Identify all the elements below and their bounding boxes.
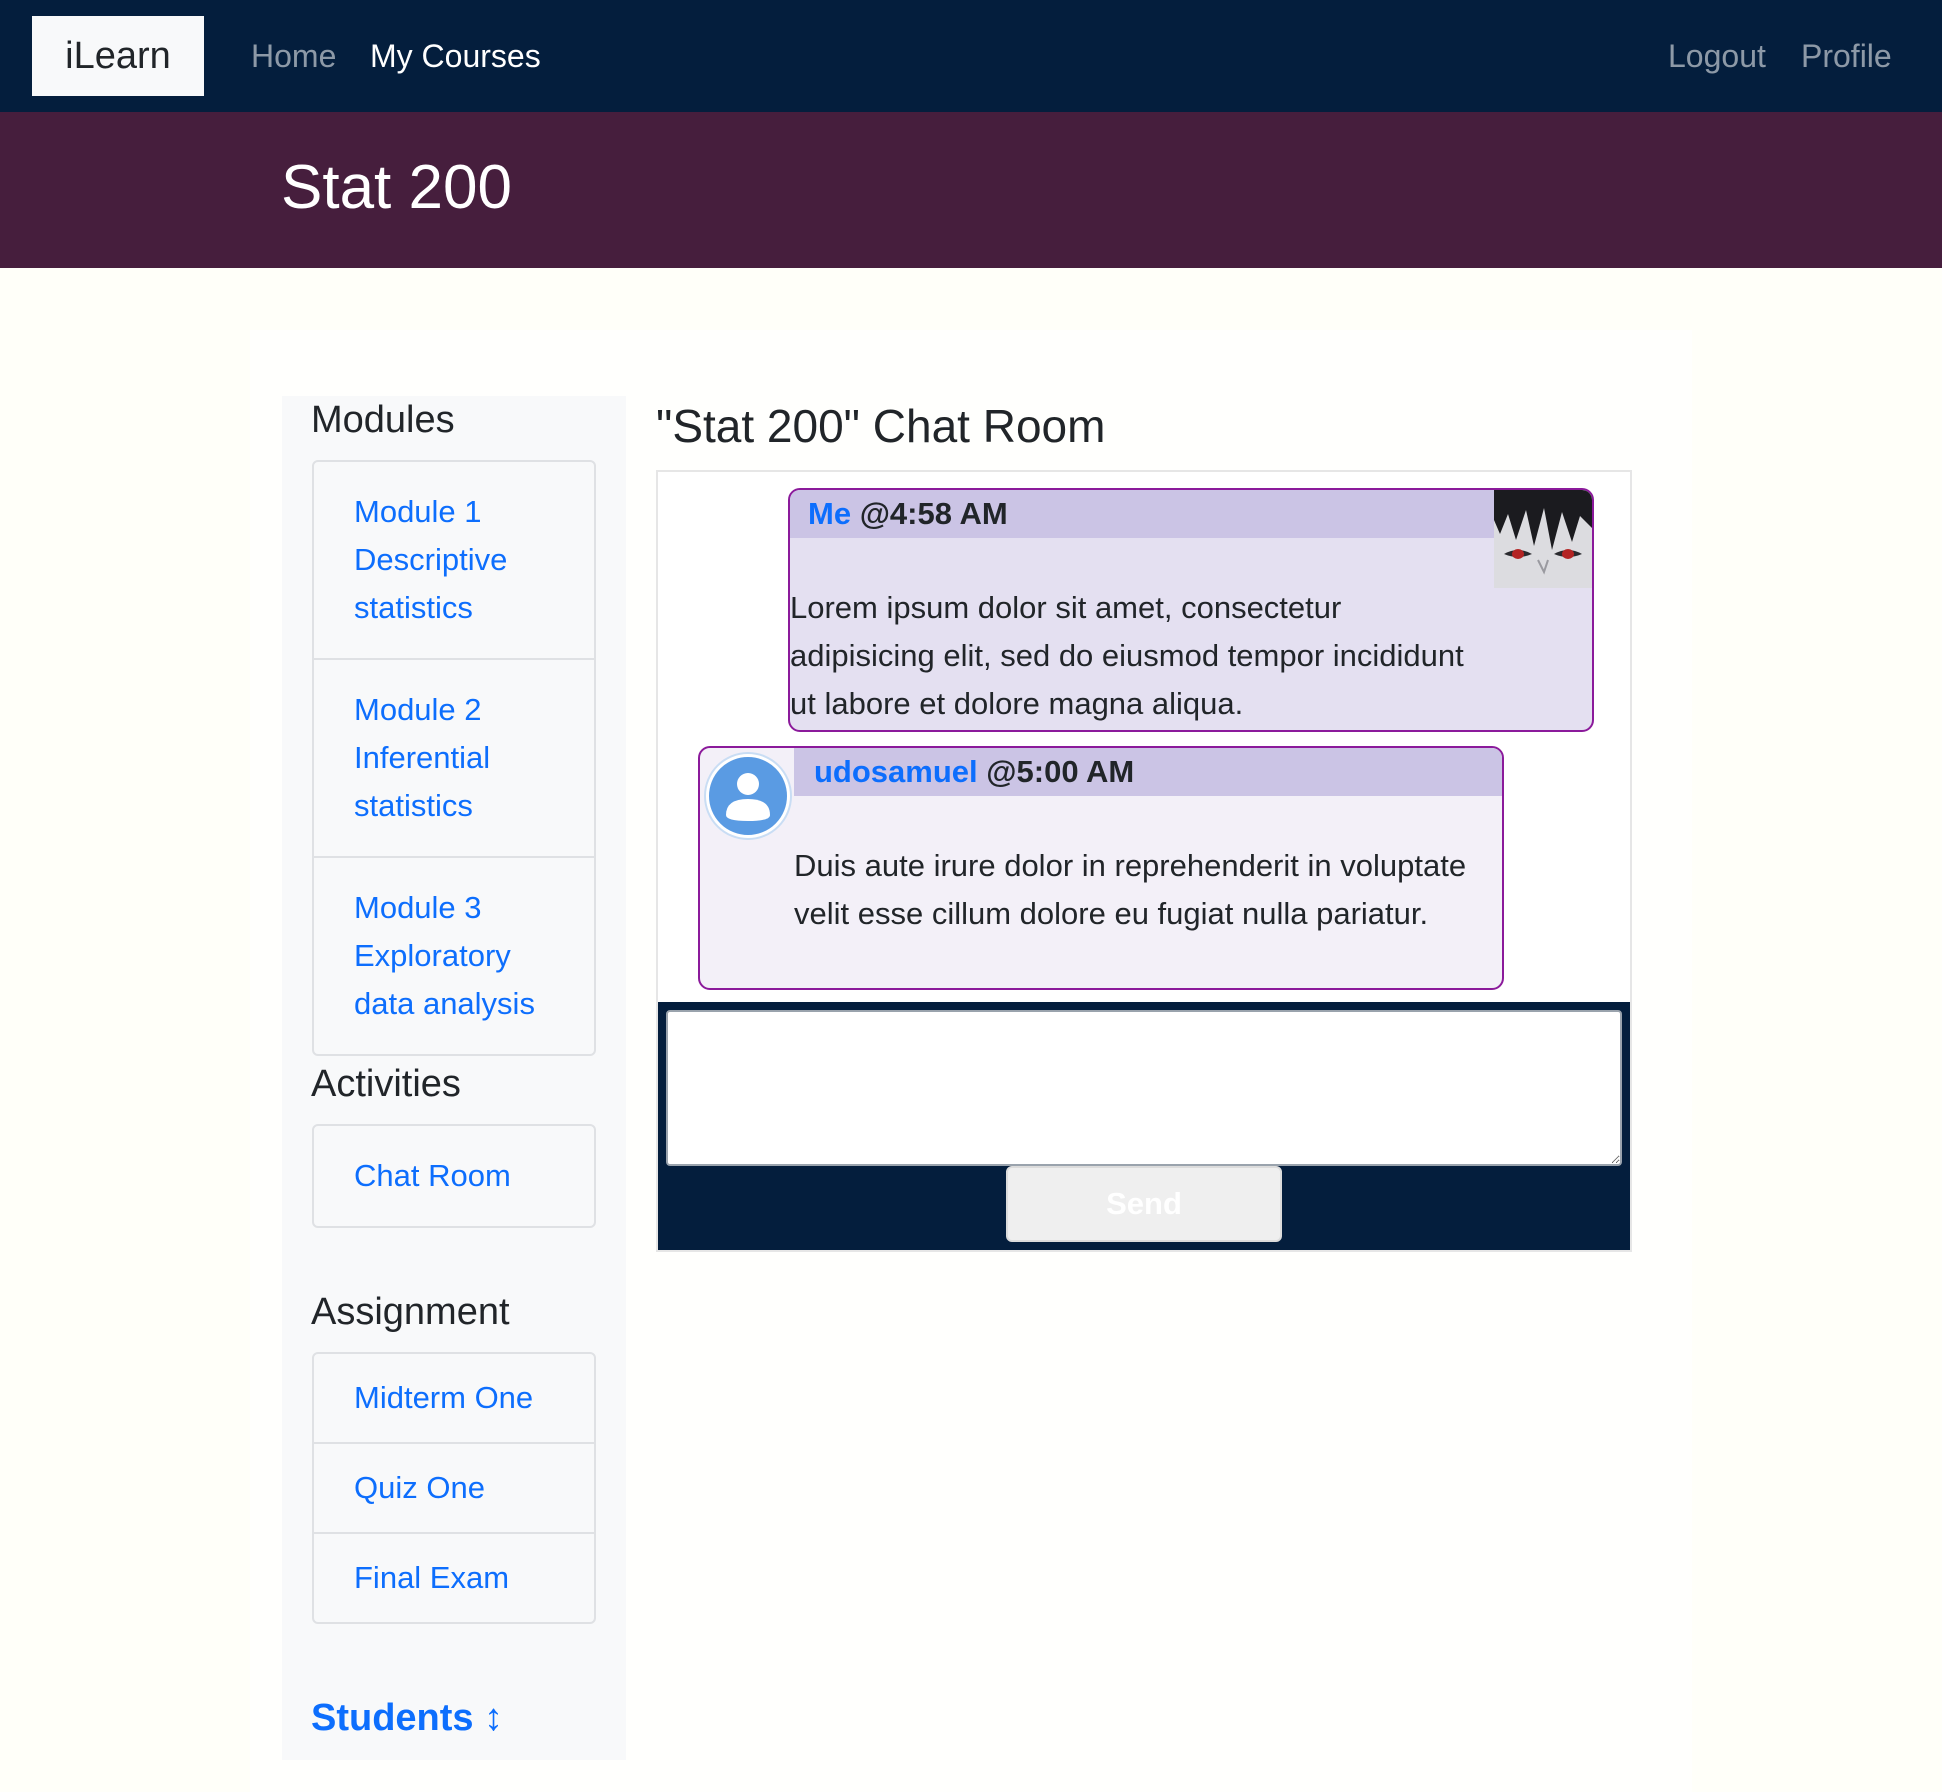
- send-button[interactable]: Send: [1006, 1166, 1282, 1242]
- nav-logout-link[interactable]: Logout: [1668, 36, 1766, 76]
- modules-list: Module 1 Descriptive statistics Module 2…: [312, 460, 596, 1056]
- user-icon: [726, 773, 770, 821]
- sidebar-item-module-1[interactable]: Module 1 Descriptive statistics: [314, 462, 594, 660]
- message-composer: Send: [658, 1002, 1630, 1250]
- sidebar-item-quiz-one[interactable]: Quiz One: [314, 1444, 594, 1534]
- students-label: Students: [311, 1697, 474, 1739]
- message-author-link[interactable]: Me: [808, 496, 851, 531]
- anime-avatar-icon: [1494, 490, 1592, 588]
- message-header: udosamuel @5:00 AM: [794, 748, 1502, 796]
- brand-logo[interactable]: iLearn: [32, 16, 204, 96]
- course-sidebar: Modules Module 1 Descriptive statistics …: [282, 396, 626, 1760]
- sidebar-item-module-3[interactable]: Module 3 Exploratory data analysis: [314, 858, 594, 1054]
- nav-profile-link[interactable]: Profile: [1801, 36, 1892, 76]
- message-time: @4:58 AM: [859, 496, 1008, 531]
- activities-list: Chat Room: [312, 1124, 596, 1228]
- sidebar-item-module-2[interactable]: Module 2 Inferential statistics: [314, 660, 594, 858]
- chat-message-own: Me @4:58 AM Lorem ipsum dolor sit amet, …: [788, 488, 1594, 732]
- message-author-link[interactable]: udosamuel: [814, 754, 978, 789]
- course-title: Stat 200: [281, 153, 512, 222]
- activities-heading: Activities: [311, 1063, 461, 1105]
- chat-message-other: udosamuel @5:00 AM Duis aute irure dolor…: [698, 746, 1504, 990]
- students-toggle[interactable]: Students ↕: [311, 1694, 503, 1742]
- chat-box: Me @4:58 AM Lorem ipsum dolor sit amet, …: [656, 470, 1632, 1252]
- default-user-avatar: [706, 754, 790, 838]
- user-avatar-photo: [1494, 490, 1592, 588]
- assignment-heading: Assignment: [311, 1291, 510, 1333]
- nav-my-courses-link[interactable]: My Courses: [370, 36, 541, 76]
- modules-heading: Modules: [311, 399, 455, 441]
- message-text: Duis aute irure dolor in reprehenderit i…: [794, 848, 1467, 931]
- top-navbar: iLearn Home My Courses Logout Profile: [0, 0, 1942, 112]
- sidebar-item-midterm-one[interactable]: Midterm One: [314, 1354, 594, 1444]
- assignments-list: Midterm One Quiz One Final Exam: [312, 1352, 596, 1624]
- sidebar-item-final-exam[interactable]: Final Exam: [314, 1534, 594, 1622]
- chat-room-title: "Stat 200" Chat Room: [656, 400, 1106, 452]
- message-input[interactable]: [666, 1010, 1622, 1166]
- message-header: Me @4:58 AM: [790, 490, 1494, 538]
- nav-home-link[interactable]: Home: [251, 36, 336, 76]
- course-banner: Stat 200: [0, 112, 1942, 268]
- message-time: @5:00 AM: [986, 754, 1135, 789]
- message-text: Lorem ipsum dolor sit amet, consectetur …: [790, 590, 1464, 721]
- sidebar-item-chat-room[interactable]: Chat Room: [314, 1126, 594, 1226]
- up-down-arrow-icon: ↕: [484, 1697, 504, 1739]
